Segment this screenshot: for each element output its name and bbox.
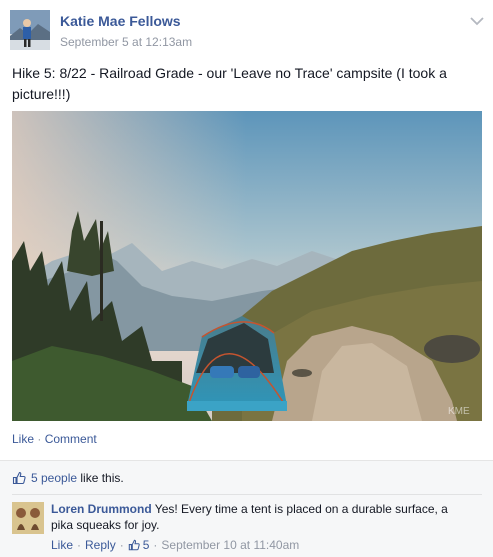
comment-like-link[interactable]: Like	[51, 538, 73, 552]
post-timestamp[interactable]: September 5 at 12:13am	[60, 35, 192, 49]
photo-watermark: KME	[448, 406, 470, 417]
comment-timestamp[interactable]: September 10 at 11:40am	[161, 538, 299, 552]
comment-body: Loren Drummond Yes! Every time a tent is…	[51, 501, 471, 533]
post-author-name[interactable]: Katie Mae Fellows	[60, 13, 181, 29]
author-avatar[interactable]	[10, 10, 50, 50]
thumbs-up-icon[interactable]	[128, 539, 140, 551]
feed-post: Katie Mae Fellows September 5 at 12:13am…	[0, 0, 493, 557]
post-text: Hike 5: 8/22 - Railroad Grade - our 'Lea…	[12, 65, 447, 102]
divider	[12, 494, 482, 495]
comment-like-count[interactable]: 5	[143, 538, 150, 552]
comment-author-name[interactable]: Loren Drummond	[51, 502, 152, 516]
likes-suffix: like this.	[77, 471, 124, 485]
likes-summary: 5 people like this.	[12, 469, 124, 487]
comment-separator: ·	[153, 538, 158, 552]
comment-separator: ·	[77, 538, 82, 552]
like-link[interactable]: Like	[12, 432, 34, 446]
chevron-down-icon[interactable]	[470, 13, 484, 26]
comment-meta: Like · Reply · 5 · September 10 at 11:40…	[51, 538, 299, 552]
comment-separator: ·	[119, 538, 124, 552]
comment-reply-link[interactable]: Reply	[85, 538, 116, 552]
thumbs-up-icon	[12, 471, 26, 485]
post-photo[interactable]: KME	[12, 111, 482, 421]
action-separator: ·	[37, 432, 42, 446]
likes-people-link[interactable]: 5 people	[31, 471, 77, 485]
post-actions: Like · Comment	[12, 432, 97, 446]
comment-link[interactable]: Comment	[45, 432, 97, 446]
commenter-avatar[interactable]	[12, 502, 44, 534]
feedback-area: 5 people like this. Loren Drummond Yes! …	[0, 460, 493, 557]
